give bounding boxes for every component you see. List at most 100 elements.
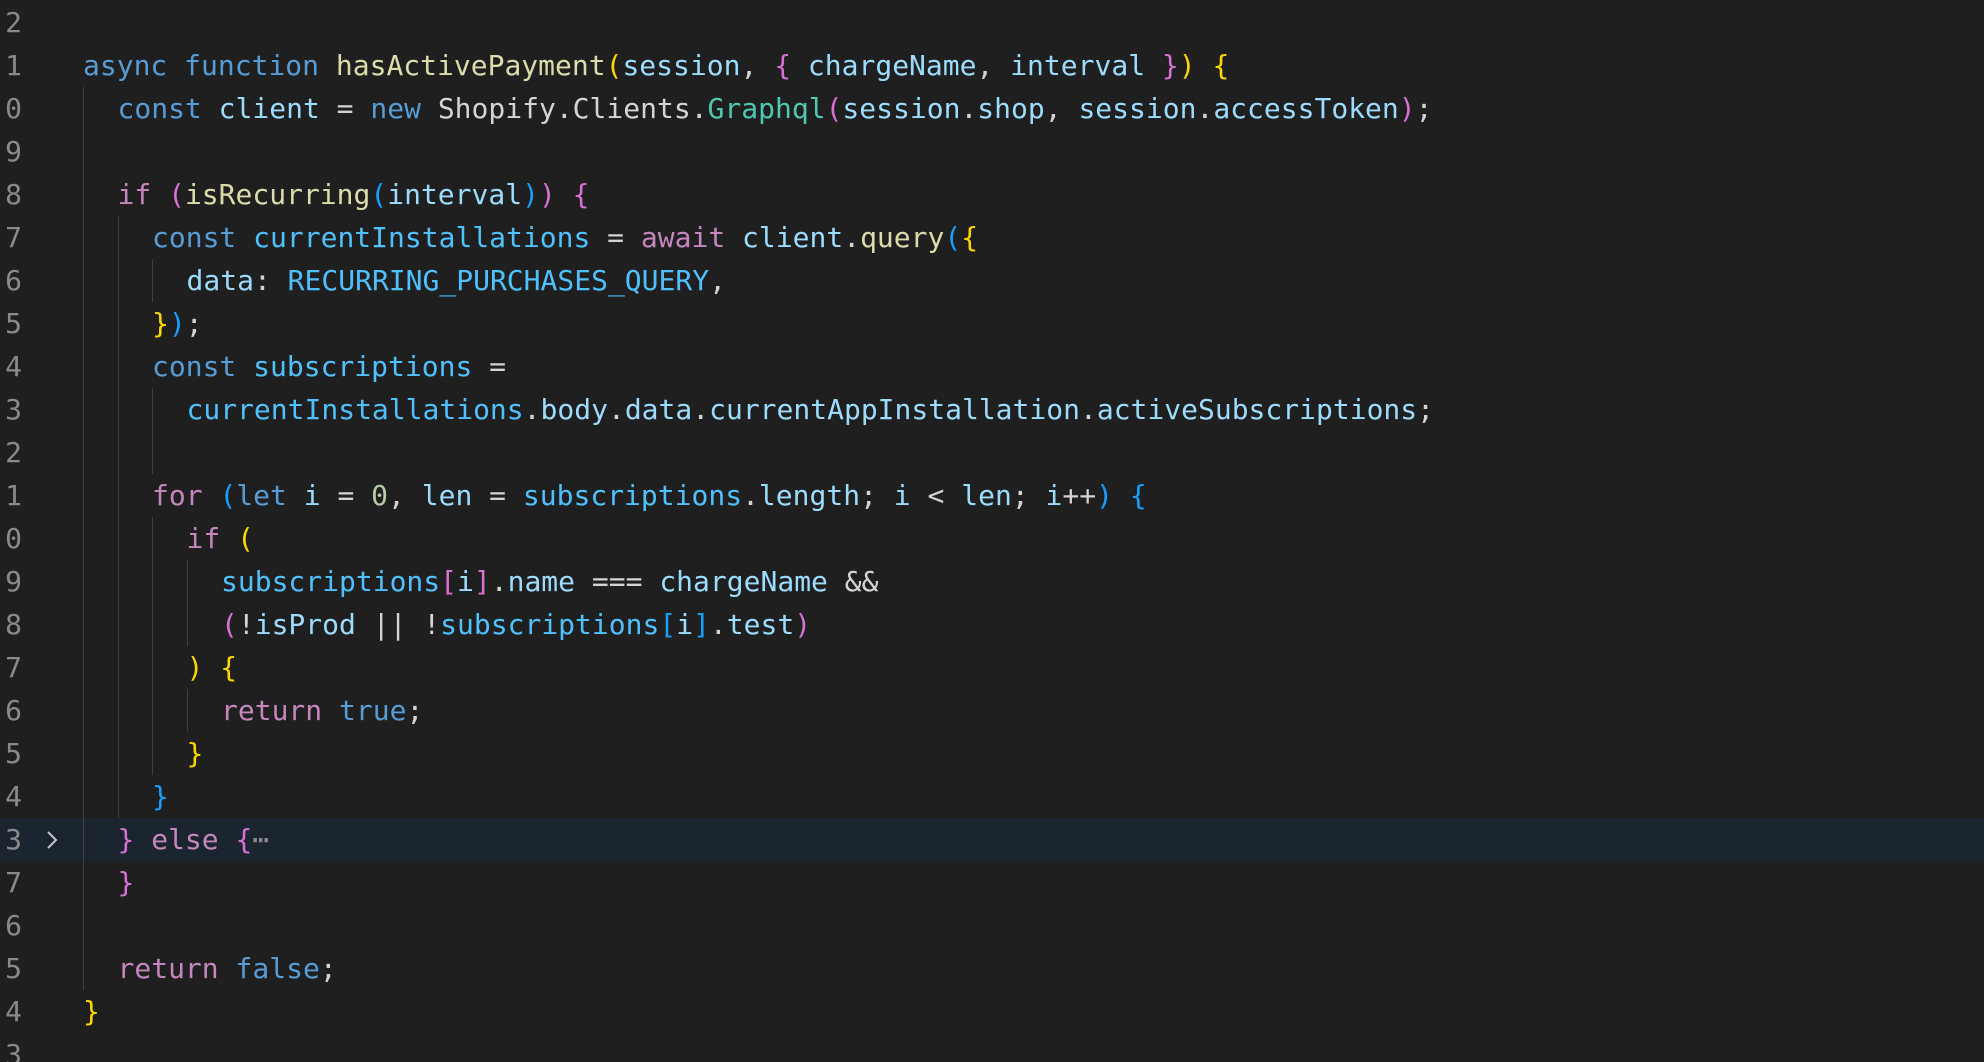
code-editor[interactable]: 2 1 async function hasActivePayment(sessio… bbox=[0, 0, 1984, 1062]
code-text[interactable]: }); bbox=[152, 302, 203, 345]
code-token: ) bbox=[1096, 479, 1113, 512]
code-line[interactable]: 5}); bbox=[0, 302, 1984, 345]
line-number[interactable]: 6 bbox=[0, 689, 22, 732]
code-text[interactable]: } else {⋯ bbox=[118, 818, 270, 861]
code-token: else bbox=[151, 823, 219, 856]
code-line[interactable]: 1 for (let i = 0, len = subscriptions.len… bbox=[0, 474, 1984, 517]
code-token: query bbox=[860, 221, 945, 254]
code-token: currentInstallations bbox=[186, 393, 524, 426]
code-text[interactable]: } bbox=[187, 732, 204, 775]
code-token: ; bbox=[319, 952, 337, 985]
code-line[interactable]: 5 return false; bbox=[0, 947, 1984, 990]
code-token: < bbox=[910, 479, 962, 512]
line-number[interactable]: 2 bbox=[0, 1, 22, 44]
code-text[interactable]: currentInstallations.body.data.currentAp… bbox=[187, 388, 1435, 431]
line-number[interactable]: 4 bbox=[0, 345, 22, 388]
line-number[interactable]: 7 bbox=[0, 646, 22, 689]
code-token: ! bbox=[237, 608, 255, 641]
indent-guide bbox=[83, 173, 84, 216]
code-line-folded[interactable]: 3 } else {⋯ bbox=[0, 818, 1984, 861]
code-line[interactable]: 9 bbox=[0, 130, 1984, 173]
code-token: { bbox=[235, 823, 253, 856]
line-number[interactable]: 1 bbox=[0, 474, 22, 517]
code-text[interactable]: return true; bbox=[221, 689, 423, 732]
code-text[interactable]: subscriptions[i].name === chargeName && bbox=[221, 560, 878, 603]
chevron-right-icon[interactable] bbox=[44, 830, 60, 850]
code-text[interactable]: if (isRecurring(interval)) { bbox=[118, 173, 590, 216]
line-number[interactable]: 9 bbox=[0, 130, 22, 173]
line-number[interactable]: 2 bbox=[0, 431, 22, 474]
indent-guide bbox=[83, 646, 84, 689]
code-text[interactable]: } bbox=[118, 861, 135, 904]
code-text[interactable]: const currentInstallations = await clien… bbox=[152, 216, 978, 259]
code-line[interactable]: 2 bbox=[0, 1, 1984, 44]
code-line[interactable]: 3 bbox=[0, 1033, 1984, 1062]
code-token: true bbox=[339, 694, 407, 727]
code-line[interactable]: 8 (!isProd || !subscriptions[i].test) bbox=[0, 603, 1984, 646]
code-line[interactable]: 0 const client = new Shopify.Clients.Grap… bbox=[0, 87, 1984, 130]
line-number[interactable]: 9 bbox=[0, 560, 22, 603]
code-token: } bbox=[152, 307, 169, 340]
line-number[interactable]: 0 bbox=[0, 87, 22, 130]
line-number[interactable]: 5 bbox=[0, 947, 22, 990]
code-line[interactable]: 6 return true; bbox=[0, 689, 1984, 732]
code-line[interactable]: 6 data: RECURRING_PURCHASES_QUERY, bbox=[0, 259, 1984, 302]
line-number[interactable]: 5 bbox=[0, 732, 22, 775]
line-number[interactable]: 3 bbox=[0, 388, 22, 431]
code-text[interactable]: } bbox=[152, 775, 169, 818]
line-number[interactable]: 5 bbox=[0, 302, 22, 345]
indent-guide bbox=[83, 517, 84, 560]
code-text[interactable]: } bbox=[83, 990, 100, 1033]
code-text[interactable]: if ( bbox=[187, 517, 254, 560]
line-number[interactable]: 1 bbox=[0, 44, 22, 87]
line-number[interactable]: 7 bbox=[0, 861, 22, 904]
code-line[interactable]: 1 async function hasActivePayment(session… bbox=[0, 44, 1984, 87]
line-number[interactable]: 3 bbox=[0, 1033, 22, 1062]
code-line[interactable]: 4} bbox=[0, 775, 1984, 818]
code-line[interactable]: 5} bbox=[0, 732, 1984, 775]
code-line[interactable]: 0 if ( bbox=[0, 517, 1984, 560]
line-number[interactable]: 6 bbox=[0, 904, 22, 947]
code-token: ; bbox=[406, 694, 424, 727]
line-number[interactable]: 0 bbox=[0, 517, 22, 560]
code-line[interactable]: 7 const currentInstallations = await clie… bbox=[0, 216, 1984, 259]
code-line[interactable]: 4} bbox=[0, 990, 1984, 1033]
code-line[interactable]: 2 bbox=[0, 431, 1984, 474]
code-text[interactable]: data: RECURRING_PURCHASES_QUERY, bbox=[187, 259, 726, 302]
indent-guide bbox=[83, 474, 84, 517]
indent-guide bbox=[83, 732, 84, 775]
code-text[interactable]: (!isProd || !subscriptions[i].test) bbox=[221, 603, 811, 646]
code-line[interactable]: 6 bbox=[0, 904, 1984, 947]
code-text[interactable]: const subscriptions = bbox=[152, 345, 506, 388]
code-token: return bbox=[221, 694, 323, 727]
code-token: { bbox=[1129, 479, 1147, 512]
code-token: ; bbox=[185, 307, 203, 340]
indent-guide bbox=[83, 560, 84, 603]
line-number[interactable]: 8 bbox=[0, 603, 22, 646]
code-line[interactable]: 9 subscriptions[i].name === chargeName && bbox=[0, 560, 1984, 603]
line-number[interactable]: 7 bbox=[0, 216, 22, 259]
code-text[interactable]: async function hasActivePayment(session,… bbox=[83, 44, 1229, 87]
code-line[interactable]: 3 currentInstallations.body.data.currentA… bbox=[0, 388, 1984, 431]
code-text[interactable]: const client = new Shopify.Clients.Graph… bbox=[118, 87, 1433, 130]
code-token: i bbox=[1045, 479, 1063, 512]
code-line[interactable]: 7} bbox=[0, 861, 1984, 904]
indent-guide bbox=[152, 732, 153, 775]
line-number[interactable]: 6 bbox=[0, 259, 22, 302]
code-text[interactable]: for (let i = 0, len = subscriptions.leng… bbox=[152, 474, 1147, 517]
code-text[interactable]: ) { bbox=[187, 646, 238, 689]
code-text[interactable]: return false; bbox=[118, 947, 337, 990]
indent-guide bbox=[186, 603, 188, 646]
line-number[interactable]: 8 bbox=[0, 173, 22, 216]
code-line[interactable]: 7 ) { bbox=[0, 646, 1984, 689]
code-line[interactable]: 4 const subscriptions = bbox=[0, 345, 1984, 388]
line-number[interactable]: 4 bbox=[0, 990, 22, 1033]
line-number[interactable]: 4 bbox=[0, 775, 22, 818]
code-token: client bbox=[218, 92, 320, 125]
line-number[interactable]: 3 bbox=[0, 818, 22, 861]
indent-guide bbox=[186, 689, 188, 732]
code-line[interactable]: 8 if (isRecurring(interval)) { bbox=[0, 173, 1984, 216]
